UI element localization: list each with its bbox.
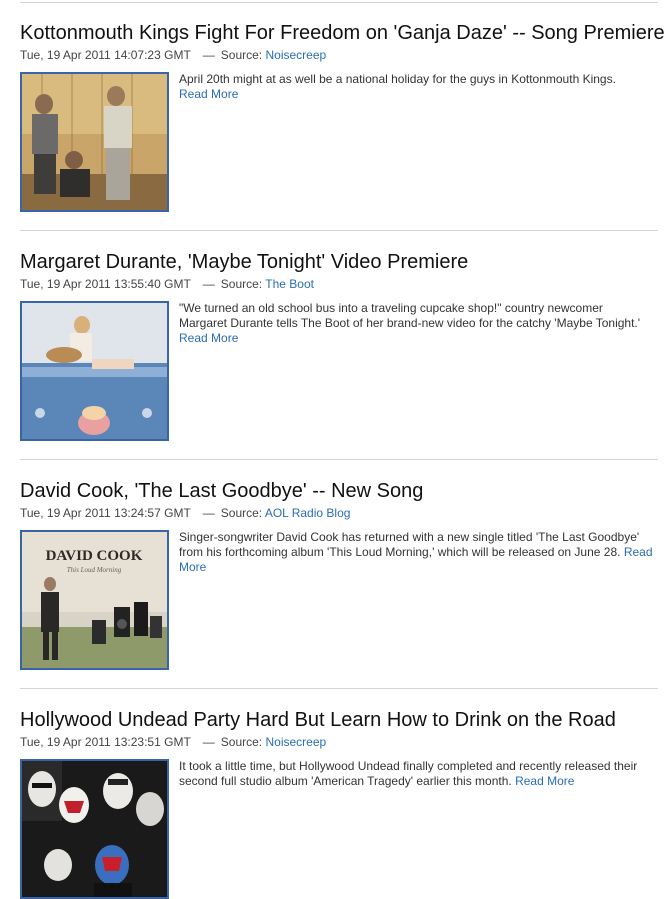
source-label: Source: [220,506,263,520]
meta-separator: — [202,48,215,62]
summary-text: "We turned an old school bus into a trav… [179,301,641,330]
album-artist-text: DAVID COOK [46,548,143,564]
article-title[interactable]: Margaret Durante, 'Maybe Tonight' Video … [20,250,658,274]
source-label: Source: [220,277,263,291]
article-meta: Tue, 19 Apr 2011 13:55:40 GMT — Source: Th… [20,277,658,292]
article-date: Tue, 19 Apr 2011 14:07:23 GMT [20,48,191,62]
article-meta: Tue, 19 Apr 2011 14:07:23 GMT — Source: No… [20,48,658,63]
article-title[interactable]: Hollywood Undead Party Hard But Learn Ho… [20,708,658,732]
article-divider [20,688,658,689]
album-subtitle-text: This Loud Morning [67,566,122,574]
article-date: Tue, 19 Apr 2011 13:23:51 GMT [20,735,191,749]
article-thumbnail[interactable]: DAVID COOK This Loud Morning [20,530,169,670]
article-title[interactable]: Kottonmouth Kings Fight For Freedom on '… [20,21,665,45]
meta-separator: — [202,735,215,749]
album-cover-image: DAVID COOK This Loud Morning [22,532,167,668]
news-item: Hollywood Undead Party Hard But Learn Ho… [20,708,658,899]
article-meta: Tue, 19 Apr 2011 13:24:57 GMT — Source: AO… [20,506,658,521]
article-summary: It took a little time, but Hollywood Und… [179,759,654,789]
article-thumbnail[interactable] [20,72,169,212]
article-title[interactable]: David Cook, 'The Last Goodbye' -- New So… [20,479,658,503]
source-link[interactable]: Noisecreep [265,48,326,62]
meta-separator: — [202,277,215,291]
news-item: David Cook, 'The Last Goodbye' -- New So… [20,479,658,670]
article-meta: Tue, 19 Apr 2011 13:23:51 GMT — Source: No… [20,735,658,750]
article-thumbnail[interactable] [20,759,169,899]
article-divider [20,230,658,231]
band-photo-image [22,74,167,210]
read-more-link[interactable]: Read More [515,774,574,788]
source-label: Source: [220,735,263,749]
source-link[interactable]: The Boot [265,277,314,291]
top-divider [20,2,658,3]
article-date: Tue, 19 Apr 2011 13:55:40 GMT [20,277,191,291]
read-more-link[interactable]: Read More [179,331,238,345]
news-item: Margaret Durante, 'Maybe Tonight' Video … [20,250,658,441]
masked-band-image [22,761,167,897]
singer-bus-image [22,303,167,439]
news-item: Kottonmouth Kings Fight For Freedom on '… [20,21,665,212]
summary-text: Singer-songwriter David Cook has returne… [179,530,640,559]
summary-text: April 20th might at as well be a nationa… [179,72,616,86]
read-more-link[interactable]: Read More [179,87,238,101]
article-date: Tue, 19 Apr 2011 13:24:57 GMT [20,506,191,520]
article-summary: April 20th might at as well be a nationa… [179,72,654,102]
source-label: Source: [220,48,263,62]
article-summary: "We turned an old school bus into a trav… [179,301,654,346]
meta-separator: — [202,506,215,520]
article-thumbnail[interactable] [20,301,169,441]
article-summary: Singer-songwriter David Cook has returne… [179,530,654,575]
article-divider [20,459,658,460]
source-link[interactable]: AOL Radio Blog [265,506,351,520]
source-link[interactable]: Noisecreep [265,735,326,749]
